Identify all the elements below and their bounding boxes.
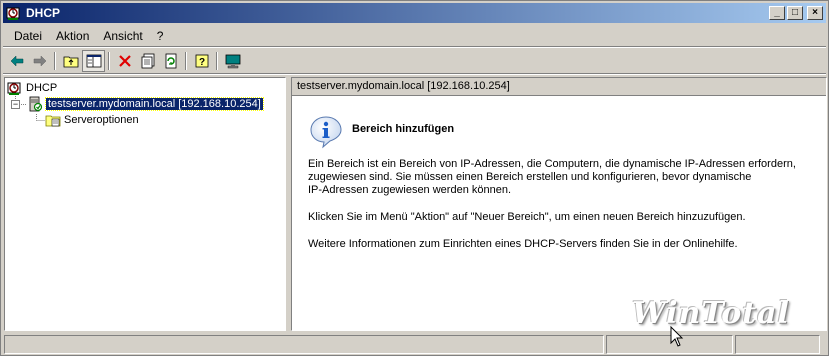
minimize-button[interactable]: _ [769, 6, 785, 20]
wintotal-watermark: WinTotal [632, 296, 790, 331]
back-button[interactable] [5, 50, 28, 72]
console-icon [225, 54, 240, 69]
dhcp-window: DHCP _ □ × Datei Aktion Ansicht ? ? DHCP… [0, 0, 829, 356]
menu-bar: Datei Aktion Ansicht ? [3, 25, 826, 46]
tree-server-label: testserver.mydomain.local [192.168.10.25… [45, 97, 264, 111]
description-line-3: IP-Adressen zugewiesen werden können. [308, 184, 512, 196]
action-instruction: Klicken Sie im Menü "Aktion" auf "Neuer … [308, 211, 746, 223]
menu-help[interactable]: ? [150, 29, 171, 43]
close-icon: × [812, 7, 818, 18]
status-cell-main [4, 335, 604, 354]
description-line-2: zugewiesen sind. Sie müssen einen Bereic… [308, 171, 752, 183]
toolbar-separator [216, 52, 218, 70]
title-bar[interactable]: DHCP _ □ × [3, 3, 826, 23]
dhcp-app-icon [6, 5, 22, 21]
menu-aktion[interactable]: Aktion [49, 29, 96, 43]
details-header: testserver.mydomain.local [192.168.10.25… [292, 78, 826, 96]
status-cell-3 [735, 335, 820, 354]
mouse-cursor-icon [670, 326, 684, 347]
content-title: Bereich hinzufügen [352, 123, 455, 135]
help-button[interactable]: ? [190, 50, 213, 72]
refresh-button[interactable] [159, 50, 182, 72]
show-hide-tree-icon [86, 54, 101, 68]
back-arrow-icon [10, 55, 23, 67]
tree-serveroptionen-label: Serveroptionen [64, 114, 139, 126]
up-one-level-button[interactable] [59, 50, 82, 72]
console-button[interactable] [221, 50, 244, 72]
toolbar-separator-line [3, 73, 826, 75]
menu-datei[interactable]: Datei [7, 29, 49, 43]
close-button[interactable]: × [807, 6, 823, 20]
delete-icon [118, 55, 131, 67]
svg-text:?: ? [198, 57, 204, 68]
show-hide-tree-button[interactable] [82, 50, 105, 72]
status-bar [4, 335, 826, 354]
details-pane: testserver.mydomain.local [192.168.10.25… [291, 77, 827, 331]
forward-arrow-icon [33, 55, 46, 67]
toolbar-separator [54, 52, 56, 70]
info-icon [310, 116, 342, 149]
properties-icon [141, 53, 154, 69]
toolbar-separator [185, 52, 187, 70]
menu-separator [3, 46, 826, 48]
properties-button[interactable] [136, 50, 159, 72]
maximize-button[interactable]: □ [787, 6, 803, 20]
up-folder-icon [63, 56, 78, 68]
description-line-1: Ein Bereich ist ein Bereich von IP-Adres… [308, 158, 796, 170]
maximize-icon: □ [791, 7, 799, 18]
toolbar-separator [108, 52, 110, 70]
console-tree[interactable]: DHCP − testserver.mydomain.local [192.16… [4, 77, 286, 331]
tree-connectors [15, 96, 45, 121]
help-icon: ? [195, 54, 208, 68]
help-reference: Weitere Informationen zum Einrichten ein… [308, 238, 738, 250]
delete-button[interactable] [113, 50, 136, 72]
toolbar: ? [5, 49, 244, 73]
menu-ansicht[interactable]: Ansicht [96, 29, 149, 43]
minimize-icon: _ [774, 7, 780, 18]
window-title: DHCP [26, 6, 61, 20]
forward-button[interactable] [28, 50, 51, 72]
refresh-icon [165, 53, 176, 69]
